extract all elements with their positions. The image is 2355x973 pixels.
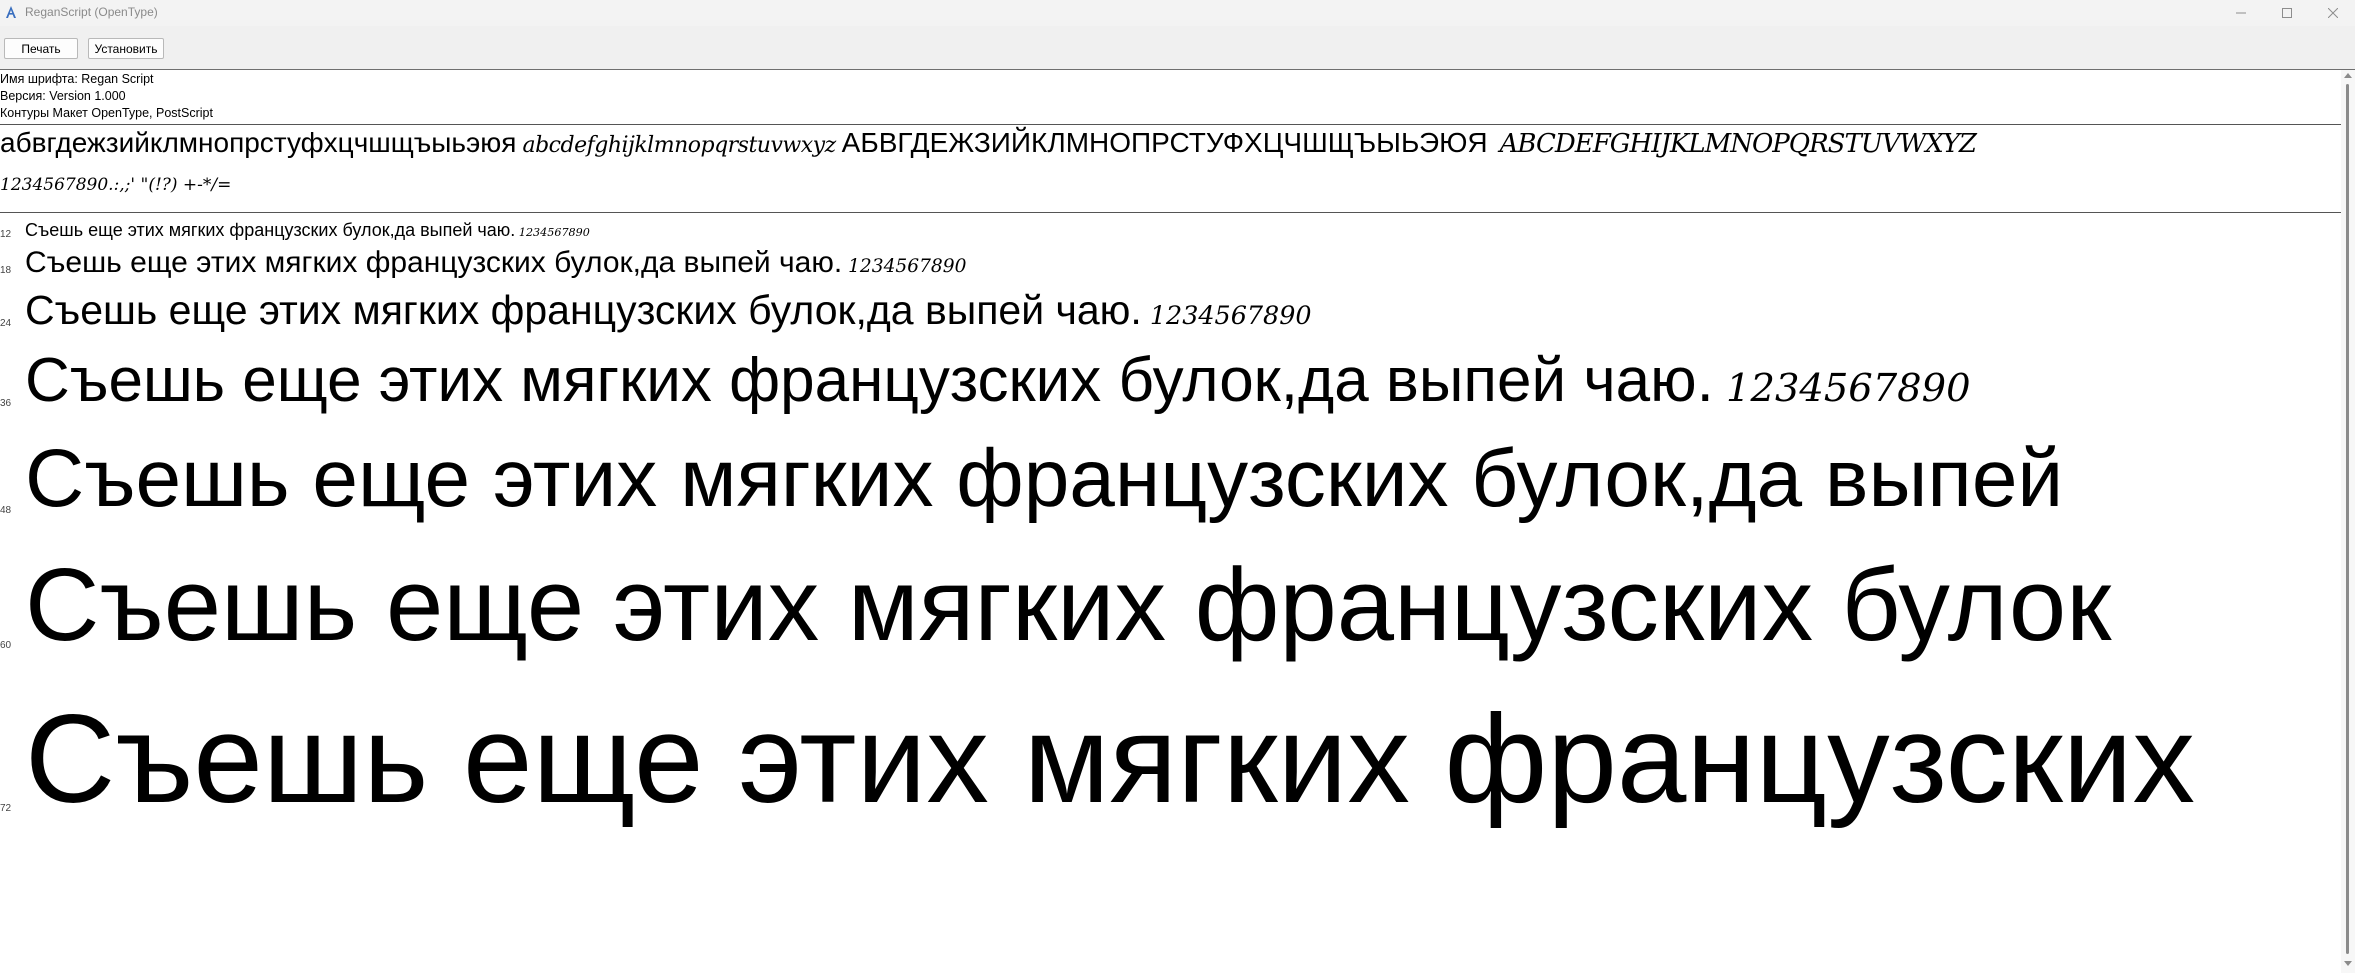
sample-text: Съешь еще этих мягких французских булок [25, 546, 2111, 664]
font-viewer-window: ReganScript (OpenType) Печать Установить… [0, 0, 2355, 973]
sample-sentence: Съешь еще этих мягких французских [25, 690, 2195, 829]
sample-text: Съешь еще этих мягких французских [25, 688, 2195, 831]
size-label: 60 [0, 640, 12, 651]
sample-sentence: Съешь еще этих мягких французских булок [25, 547, 2112, 662]
size-label: 48 [0, 505, 12, 516]
scroll-down-icon[interactable] [2344, 961, 2352, 966]
sample-sentence: Съешь еще этих мягких французских булок,… [25, 433, 2064, 524]
sample-text: Съешь еще этих мягких французских булок,… [25, 432, 2063, 526]
scroll-up-icon[interactable] [2344, 73, 2352, 78]
scrollbar-thumb[interactable] [2346, 84, 2349, 954]
size-label: 72 [0, 803, 12, 814]
sample-clip-area: 48 Съешь еще этих мягких французских бул… [0, 0, 2341, 973]
